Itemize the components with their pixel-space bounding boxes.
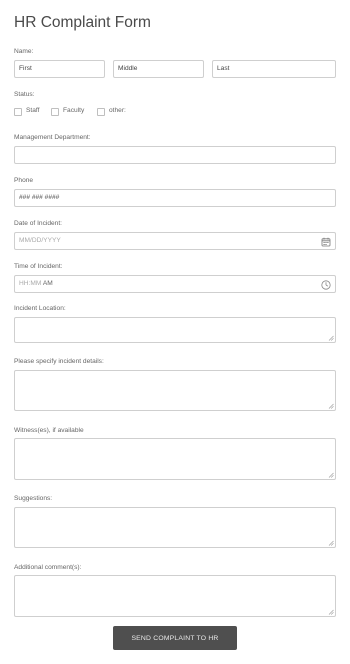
management-department-label: Management Department: — [14, 134, 91, 141]
incident-location-textarea[interactable] — [14, 317, 336, 343]
calendar-icon[interactable] — [321, 237, 331, 247]
incident-details-label: Please specify incident details: — [14, 358, 104, 365]
date-of-incident-input[interactable]: MM/DD/YYYY — [14, 232, 336, 250]
additional-comments-label: Additional comment(s): — [14, 564, 82, 571]
clock-icon[interactable] — [321, 280, 331, 290]
phone-label: Phone — [14, 177, 34, 184]
resize-grip-icon[interactable] — [328, 540, 334, 546]
status-label: Status: — [14, 91, 35, 98]
last-name-input[interactable]: Last — [212, 60, 336, 78]
resize-grip-icon[interactable] — [328, 609, 334, 615]
time-of-incident-input[interactable]: HH:MM AM — [14, 275, 336, 293]
suggestions-textarea[interactable] — [14, 507, 336, 548]
first-name-input[interactable]: First — [14, 60, 105, 78]
incident-location-label: Incident Location: — [14, 305, 66, 312]
time-of-incident-label: Time of Incident: — [14, 263, 63, 270]
incident-details-textarea[interactable] — [14, 370, 336, 411]
date-of-incident-label: Date of Incident: — [14, 220, 63, 227]
management-department-input[interactable] — [14, 146, 336, 164]
resize-grip-icon[interactable] — [328, 472, 334, 478]
suggestions-label: Suggestions: — [14, 495, 53, 502]
date-placeholder: MM/DD/YYYY — [19, 237, 61, 244]
send-complaint-button[interactable]: SEND COMPLAINT TO HR — [113, 626, 237, 650]
additional-comments-textarea[interactable] — [14, 575, 336, 617]
faculty-checkbox[interactable] — [51, 108, 59, 116]
middle-name-input[interactable]: Middle — [113, 60, 204, 78]
witnesses-label: Witness(es), if available — [14, 427, 84, 434]
time-placeholder: HH:MM — [19, 280, 42, 287]
witnesses-textarea[interactable] — [14, 438, 336, 480]
resize-grip-icon[interactable] — [328, 335, 334, 341]
resize-grip-icon[interactable] — [328, 403, 334, 409]
phone-input[interactable]: ### ### #### — [14, 189, 336, 207]
staff-checkbox-label: Staff — [26, 107, 40, 114]
faculty-checkbox-label: Faculty — [63, 107, 85, 114]
other-checkbox[interactable] — [97, 108, 105, 116]
other-checkbox-label: other: — [109, 107, 126, 114]
staff-checkbox[interactable] — [14, 108, 22, 116]
name-label: Name: — [14, 48, 34, 55]
am-pm-value[interactable]: AM — [43, 280, 53, 287]
form-title: HR Complaint Form — [14, 14, 151, 31]
